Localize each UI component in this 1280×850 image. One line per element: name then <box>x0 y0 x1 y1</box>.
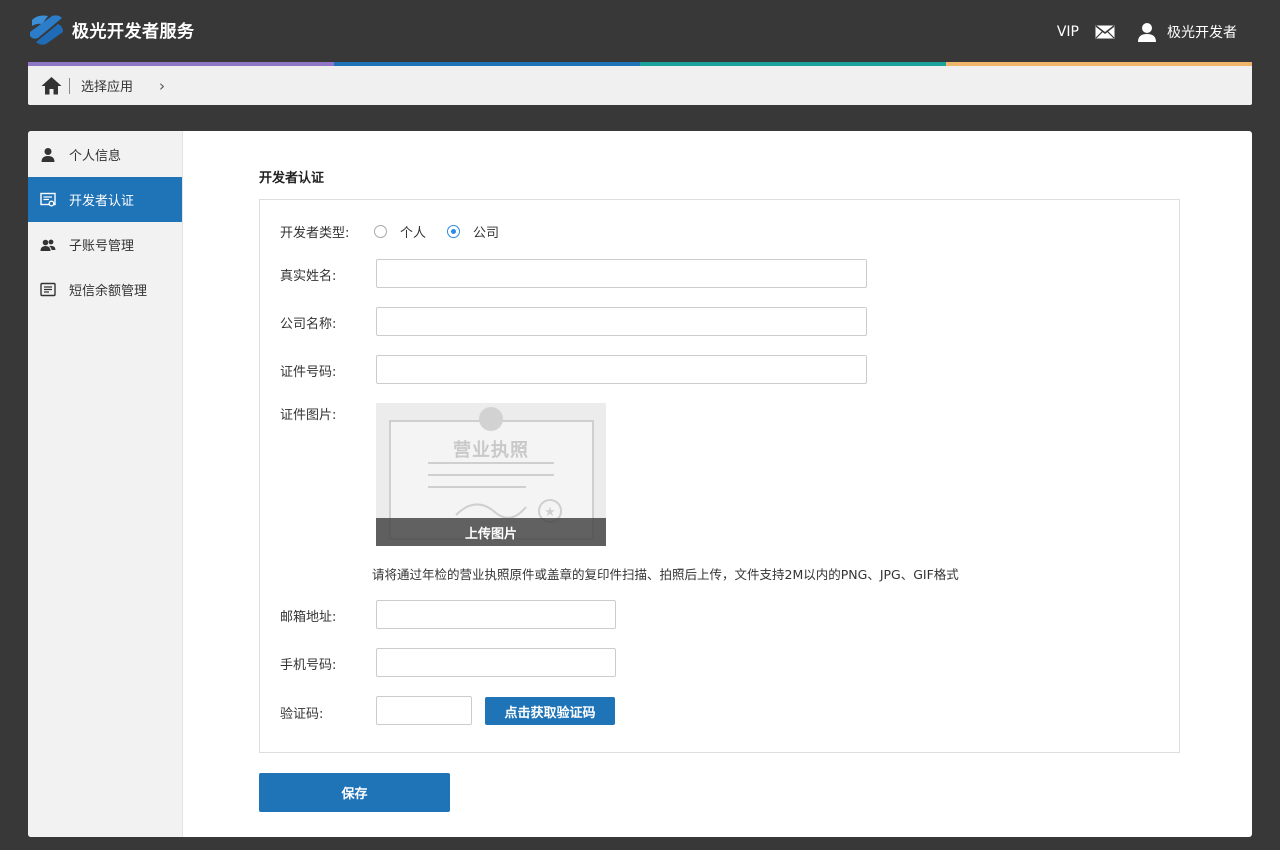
sidebar-item-label: 子账号管理 <box>69 239 135 254</box>
email-label: 邮箱地址: <box>280 610 337 625</box>
real-name-input[interactable] <box>376 259 867 288</box>
real-name-label: 真实姓名: <box>280 269 337 284</box>
sidebar-item-label: 短信余额管理 <box>69 284 148 299</box>
license-watermark: 营业执照 <box>453 440 529 461</box>
chevron-right-icon[interactable]: › <box>159 77 165 95</box>
brand-name: 极光开发者服务 <box>72 21 195 42</box>
certificate-icon <box>40 192 56 208</box>
phone-label: 手机号码: <box>280 658 337 673</box>
verify-code-label: 验证码: <box>280 707 324 722</box>
top-header: 极光开发者服务 VIP 极光开发者 <box>0 0 1280 62</box>
developer-type-label: 开发者类型: <box>280 226 350 241</box>
company-name-input[interactable] <box>376 307 867 336</box>
header-actions: VIP 极光开发者 <box>1057 22 1237 42</box>
home-icon[interactable] <box>41 76 62 95</box>
radio-company[interactable]: 公司 <box>447 222 499 241</box>
developer-cert-form: 开发者类型: 个人 公司 真实姓名: 公司名称: 证件号码: 证件图片: ★ 营… <box>259 199 1180 753</box>
verify-code-input[interactable] <box>376 696 472 725</box>
get-code-button[interactable]: 点击获取验证码 <box>485 697 615 725</box>
content-card: 个人信息 开发者认证 子账号管理 短信余额管理 开发者认证 开发者类型: 个人 … <box>28 131 1252 837</box>
brand-logo[interactable]: 极光开发者服务 <box>28 12 195 46</box>
accent-stripe <box>28 62 1252 66</box>
sidebar-item-profile[interactable]: 个人信息 <box>28 132 182 177</box>
phone-input[interactable] <box>376 648 616 677</box>
email-input[interactable] <box>376 600 616 629</box>
jiguang-logo-icon <box>30 15 63 45</box>
company-name-label: 公司名称: <box>280 317 337 332</box>
users-icon <box>40 237 56 253</box>
sidebar-item-sub-accounts[interactable]: 子账号管理 <box>28 222 182 267</box>
stripe-blue <box>334 62 640 66</box>
section-title: 开发者认证 <box>259 171 325 186</box>
id-image-label: 证件图片: <box>280 408 337 423</box>
select-app-link[interactable]: 选择应用 <box>81 76 133 95</box>
sidebar-item-sms-balance[interactable]: 短信余额管理 <box>28 267 182 312</box>
radio-personal[interactable]: 个人 <box>374 222 426 241</box>
user-icon[interactable] <box>1137 22 1157 42</box>
user-icon <box>40 147 56 163</box>
radio-dot[interactable] <box>374 225 387 238</box>
main-content: 开发者认证 开发者类型: 个人 公司 真实姓名: 公司名称: 证件号码: 证件图… <box>183 131 1252 837</box>
stripe-teal <box>640 62 946 66</box>
breadcrumb-divider <box>69 77 70 94</box>
breadcrumb: 选择应用 › <box>41 76 165 95</box>
upload-image-button[interactable]: 上传图片 <box>376 518 606 546</box>
radio-company-label: 公司 <box>473 226 500 241</box>
sidebar-item-label: 开发者认证 <box>69 194 135 209</box>
radio-dot-selected[interactable] <box>447 225 460 238</box>
stripe-orange <box>946 62 1252 66</box>
message-list-icon <box>40 282 56 298</box>
id-number-label: 证件号码: <box>280 365 337 380</box>
sidebar-item-label: 个人信息 <box>69 149 122 164</box>
stripe-purple <box>28 62 334 66</box>
mail-icon[interactable] <box>1095 25 1115 39</box>
breadcrumb-bar: 选择应用 › <box>28 62 1252 105</box>
user-name[interactable]: 极光开发者 <box>1167 22 1237 42</box>
vip-link[interactable]: VIP <box>1057 24 1079 40</box>
upload-hint: 请将通过年检的营业执照原件或盖章的复印件扫描、拍照后上传，文件支持2M以内的PN… <box>372 567 959 582</box>
radio-personal-label: 个人 <box>400 226 427 241</box>
sidebar-item-developer-cert[interactable]: 开发者认证 <box>28 177 182 222</box>
save-button[interactable]: 保存 <box>259 773 450 812</box>
id-number-input[interactable] <box>376 355 867 384</box>
license-upload[interactable]: ★ 营业执照 上传图片 <box>376 403 606 546</box>
sidebar: 个人信息 开发者认证 子账号管理 短信余额管理 <box>28 131 183 837</box>
